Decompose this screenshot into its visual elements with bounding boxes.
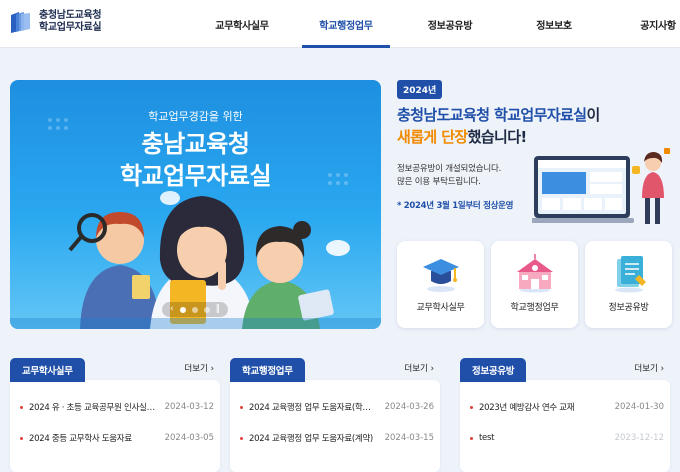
quick-link-admin[interactable]: 학교행정업무: [491, 241, 578, 328]
more-link[interactable]: 더보기 ›: [404, 362, 434, 374]
board-info-share: 정보공유방 더보기 › 2023년 예방감사 연수 교재 2024-01-30 …: [460, 358, 670, 472]
site-header: 충청남도교육청 학교업무자료실 교무학사실무 학교행정업무 정보공유방 정보보호…: [0, 0, 680, 48]
quick-link-label: 교무학사실무: [416, 303, 465, 313]
hero-title-line-2: 학교업무자료실: [119, 162, 272, 190]
hero-banner[interactable]: 학교업무경감을 위한 충남교육청 학교업무자료실 ‹ ‖: [10, 80, 381, 329]
main-nav: 교무학사실무 학교행정업무 정보공유방 정보보호 공지사항: [190, 0, 680, 48]
board-title[interactable]: 학교행정업무: [230, 358, 305, 382]
list-item[interactable]: 2024 교육행정 업무 도움자료(계약) 2024-03-15: [240, 431, 434, 445]
board-admin: 학교행정업무 더보기 › 2024 교육행정 업무 도움자료(학교회계) 202…: [230, 358, 440, 472]
bullet-icon: [470, 405, 473, 409]
list-item[interactable]: 2024 중등 교무학사 도움자료 2024-03-05: [20, 431, 214, 445]
school-building-icon: [517, 254, 553, 293]
board-title[interactable]: 교무학사실무: [10, 358, 85, 382]
bullet-icon: [470, 436, 473, 440]
notice-illustration: [532, 148, 670, 224]
list-item[interactable]: 2023년 예방감사 연수 교재 2024-01-30: [470, 400, 664, 414]
quick-link-info-share[interactable]: 정보공유방: [585, 241, 672, 328]
hero-title-line-1: 충남교육청: [141, 130, 250, 158]
carousel-dot-2[interactable]: [191, 306, 198, 313]
logo-line-1: 충청남도교육청: [39, 10, 102, 21]
site-logo[interactable]: 충청남도교육청 학교업무자료실: [8, 9, 102, 35]
quick-link-label: 정보공유방: [608, 303, 649, 313]
list-item[interactable]: test 2023-12-12: [470, 431, 664, 445]
nav-item-notice[interactable]: 공지사항: [606, 0, 680, 48]
nav-item-info-share[interactable]: 정보공유방: [398, 0, 502, 48]
board-title[interactable]: 정보공유방: [460, 358, 527, 382]
quick-link-academic[interactable]: 교무학사실무: [397, 241, 484, 328]
bullet-icon: [240, 405, 243, 409]
carousel-pause-icon[interactable]: ‖: [216, 305, 221, 314]
logo-emblem-icon: [8, 9, 34, 35]
more-link[interactable]: 더보기 ›: [634, 362, 664, 374]
carousel-prev-icon[interactable]: ‹: [170, 305, 174, 314]
nav-item-academic[interactable]: 교무학사실무: [190, 0, 294, 48]
documents-icon: [615, 256, 646, 293]
more-link[interactable]: 더보기 ›: [184, 362, 214, 374]
nav-item-security[interactable]: 정보보호: [502, 0, 606, 48]
notice-heading-2: 새롭게 단장했습니다!: [397, 128, 527, 146]
list-item[interactable]: 2024 교육행정 업무 도움자료(학교회계) 2024-03-26: [240, 400, 434, 414]
logo-line-2: 학교업무자료실: [39, 22, 102, 33]
quick-link-label: 학교행정업무: [510, 303, 559, 313]
nav-item-admin[interactable]: 학교행정업무: [294, 0, 398, 48]
graduation-cap-icon: [423, 259, 459, 292]
board-academic: 교무학사실무 더보기 › 2024 유 · 초등 교육공무원 인사실무 편람 2…: [10, 358, 220, 472]
carousel-dot-1[interactable]: [179, 306, 186, 313]
list-item[interactable]: 2024 유 · 초등 교육공무원 인사실무 편람 2024-03-12: [20, 400, 214, 414]
bullet-icon: [240, 436, 243, 440]
notice-heading-1: 충청남도교육청 학교업무자료실이: [397, 106, 600, 124]
year-badge: 2024년: [397, 80, 443, 99]
hero-subtitle: 학교업무경감을 위한: [148, 110, 243, 123]
carousel-controls: ‹ ‖: [162, 302, 229, 317]
notice-body: 정보공유방이 개설되었습니다. 많은 이용 부탁드립니다.: [397, 164, 502, 187]
bullet-icon: [20, 436, 23, 440]
bullet-icon: [20, 405, 23, 409]
carousel-dot-3[interactable]: [203, 306, 210, 313]
notice-date-note: * 2024년 3월 1일부터 정상운영: [397, 201, 514, 211]
